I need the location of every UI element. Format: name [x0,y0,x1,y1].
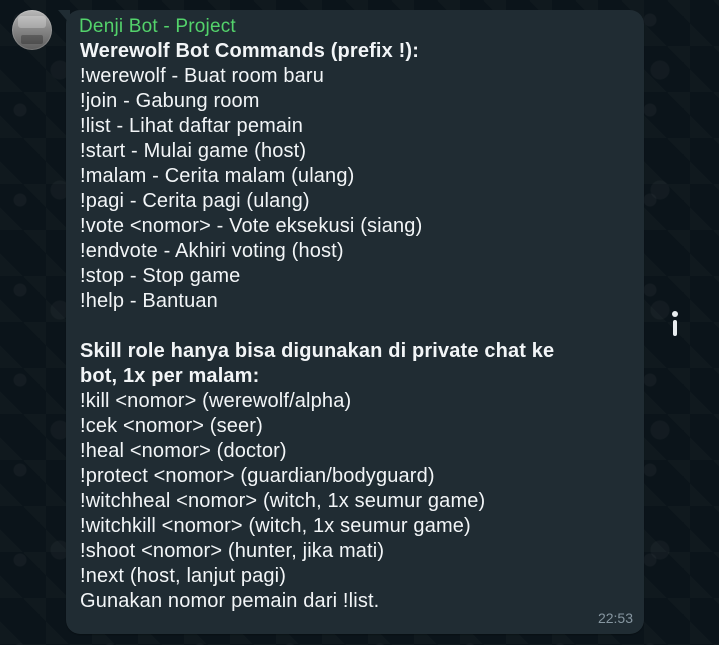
command-list: !list - Lihat daftar pemain [80,115,304,137]
skill-kill: !kill <nomor> (werewolf/alpha) [80,390,352,412]
skill-heading-line-1: Skill role hanya bisa digunakan di priva… [80,340,555,362]
footer-line: Gunakan nomor pemain dari !list. [80,590,380,612]
message-timestamp: 22:53 [597,610,633,626]
skill-witchheal: !witchheal <nomor> (witch, 1x seumur gam… [80,490,486,512]
profile-avatar[interactable] [12,10,52,50]
sender-name[interactable]: Denji Bot - Project [79,16,634,38]
command-malam: !malam - Cerita malam (ulang) [80,165,355,187]
command-join: !join - Gabung room [80,90,260,112]
command-stop: !stop - Stop game [80,265,241,287]
skill-cek: !cek <nomor> (seer) [80,415,263,437]
message-bubble[interactable]: Denji Bot - Project Werewolf Bot Command… [58,10,644,634]
command-help: !help - Bantuan [80,290,218,312]
message-text: Werewolf Bot Commands (prefix !): !werew… [80,39,634,614]
message-bubble-tail [58,10,70,24]
skill-heal: !heal <nomor> (doctor) [80,440,287,462]
command-start: !start - Mulai game (host) [80,140,307,162]
skill-next: !next (host, lanjut pagi) [80,565,287,587]
command-werewolf: !werewolf - Buat room baru [80,65,324,87]
info-icon[interactable] [670,311,680,336]
commands-heading: Werewolf Bot Commands (prefix !): [80,40,420,62]
skill-heading-line-2: bot, 1x per malam: [80,365,260,387]
command-endvote: !endvote - Akhiri voting (host) [80,240,344,262]
command-vote: !vote <nomor> - Vote eksekusi (siang) [80,215,423,237]
skill-shoot: !shoot <nomor> (hunter, jika mati) [80,540,385,562]
skill-protect: !protect <nomor> (guardian/bodyguard) [80,465,435,487]
command-pagi: !pagi - Cerita pagi (ulang) [80,190,310,212]
skill-witchkill: !witchkill <nomor> (witch, 1x seumur gam… [80,515,471,537]
